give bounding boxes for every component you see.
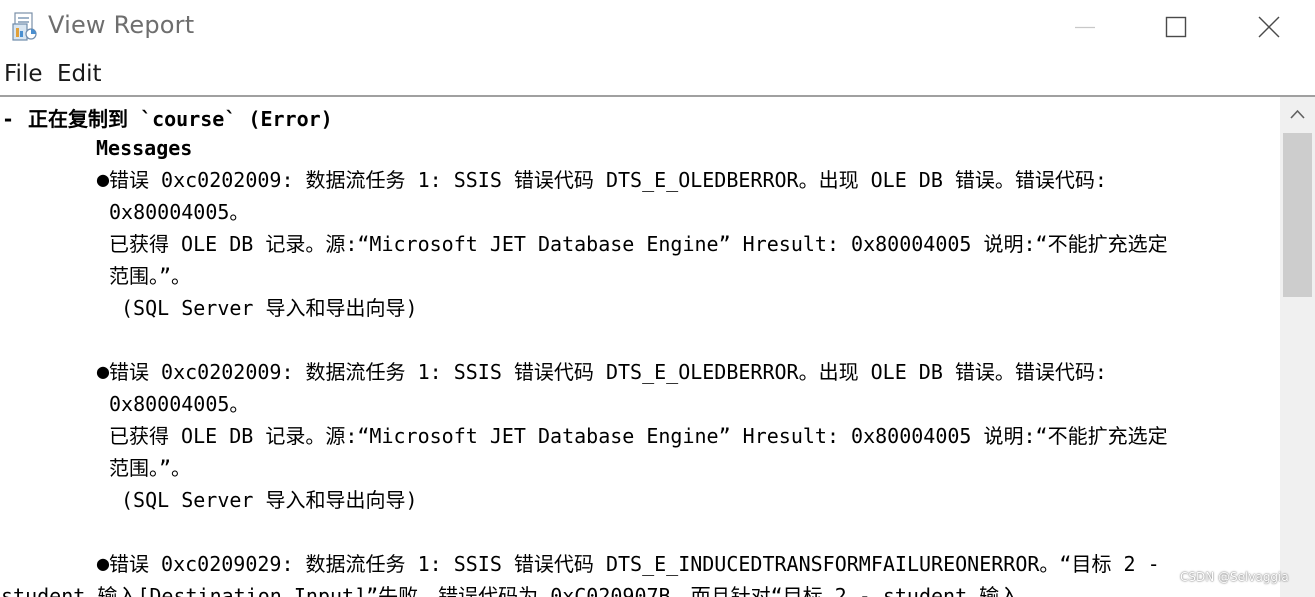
maximize-button[interactable]	[1131, 0, 1221, 56]
menu-file[interactable]: File	[4, 61, 43, 87]
message-line: 0x80004005。	[109, 200, 250, 224]
message-line: 已获得 OLE DB 记录。源:“Microsoft JET Database …	[109, 232, 1168, 256]
message-line: 0x80004005。	[109, 392, 250, 416]
report-document-icon	[12, 12, 38, 42]
close-button[interactable]	[1224, 0, 1314, 56]
view-report-window: View Report File Edit - 正在复制到 `course` (E…	[0, 0, 1315, 597]
message-item: ●错误 0xc0202009: 数据流任务 1: SSIS 错误代码 DTS_E…	[96, 356, 1266, 516]
bullet-icon: ●	[96, 554, 110, 573]
collapse-toggle[interactable]: -	[2, 107, 28, 131]
close-icon	[1258, 16, 1280, 38]
watermark: CSDN @Selvaggia	[1180, 570, 1289, 584]
maximize-icon	[1165, 16, 1187, 38]
menu-bar: File Edit	[0, 58, 1315, 92]
messages-label: Messages	[96, 136, 193, 160]
minimize-icon	[1075, 26, 1095, 29]
bullet-icon: ●	[96, 170, 110, 189]
message-line: 错误 0xc0202009: 数据流任务 1: SSIS 错误代码 DTS_E_…	[109, 360, 1107, 384]
scroll-up-button[interactable]	[1280, 97, 1315, 131]
scroll-thumb[interactable]	[1283, 133, 1312, 297]
message-line: 错误 0xc0209029: 数据流任务 1: SSIS 错误代码 DTS_E_…	[109, 552, 1160, 576]
report-section-heading[interactable]: - 正在复制到 `course` (Error)	[2, 103, 333, 132]
window-title: View Report	[48, 11, 195, 39]
message-source: (SQL Server 导入和导出向导)	[121, 488, 418, 512]
report-scroll-area[interactable]: - 正在复制到 `course` (Error) Messages ●错误 0xc…	[0, 97, 1280, 597]
report-content: - 正在复制到 `course` (Error) Messages ●错误 0xc…	[0, 95, 1315, 597]
minimize-button[interactable]	[1040, 0, 1130, 56]
menu-edit[interactable]: Edit	[57, 61, 102, 87]
title-bar[interactable]: View Report	[0, 0, 1315, 56]
message-line: student 输入[Destination Input]”失败，错误代码为 0…	[1, 584, 1020, 597]
message-source: (SQL Server 导入和导出向导)	[121, 296, 418, 320]
message-line: 范围。”。	[109, 264, 192, 288]
bullet-icon: ●	[96, 362, 110, 381]
message-line: 已获得 OLE DB 记录。源:“Microsoft JET Database …	[109, 424, 1168, 448]
vertical-scrollbar[interactable]	[1280, 97, 1315, 597]
chevron-up-icon	[1290, 109, 1305, 119]
section-title: 正在复制到 `course` (Error)	[28, 107, 333, 131]
message-item: ●错误 0xc0209029: 数据流任务 1: SSIS 错误代码 DTS_E…	[1, 548, 1266, 597]
message-item: ●错误 0xc0202009: 数据流任务 1: SSIS 错误代码 DTS_E…	[96, 164, 1266, 324]
message-line: 错误 0xc0202009: 数据流任务 1: SSIS 错误代码 DTS_E_…	[109, 168, 1107, 192]
message-line: 范围。”。	[109, 456, 192, 480]
